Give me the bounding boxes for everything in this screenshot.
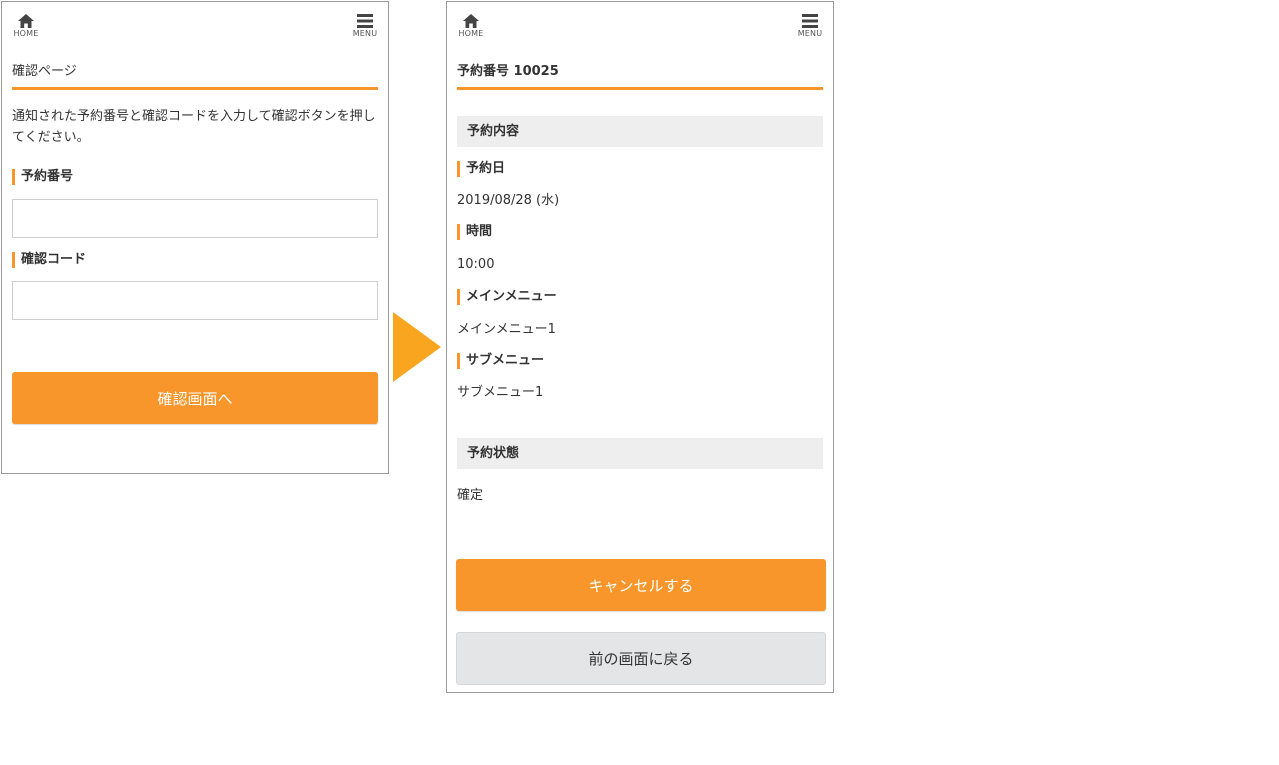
home-button[interactable]: HOME: [9, 14, 43, 44]
time-value: 10:00: [457, 257, 495, 272]
go-to-confirmation-button[interactable]: 確認画面へ: [12, 372, 378, 424]
reservation-status-header: 予約状態: [457, 438, 823, 469]
page-title: 予約番号 10025: [457, 60, 823, 90]
sub-menu-value: サブメニュー1: [457, 385, 544, 400]
reservation-date-value: 2019/08/28 (水): [457, 193, 560, 208]
main-menu-label: メインメニュー: [457, 289, 557, 305]
time-label: 時間: [457, 224, 492, 240]
home-icon: [463, 14, 479, 28]
menu-button[interactable]: MENU: [793, 14, 827, 44]
reservation-detail-screen: HOME MENU 予約番号 10025 予約内容 予約日 2019/08/28…: [446, 1, 834, 693]
menu-label: MENU: [352, 29, 378, 38]
reservation-number-label: 予約番号: [12, 169, 73, 185]
page-title: 確認ページ: [12, 60, 378, 90]
sub-menu-label: サブメニュー: [457, 353, 544, 369]
back-button[interactable]: 前の画面に戻る: [456, 632, 826, 685]
home-icon: [18, 14, 34, 28]
hamburger-menu-icon: [802, 14, 818, 28]
confirmation-code-label: 確認コード: [12, 252, 86, 268]
confirmation-input-screen: HOME MENU 確認ページ 通知された予約番号と確認コードを入力して確認ボタ…: [1, 1, 389, 474]
top-bar: HOME MENU: [2, 2, 388, 46]
cancel-reservation-button[interactable]: キャンセルする: [456, 559, 826, 611]
reservation-date-label: 予約日: [457, 161, 505, 177]
menu-button[interactable]: MENU: [348, 14, 382, 44]
reservation-status-value: 確定: [457, 488, 484, 503]
home-label: HOME: [458, 29, 484, 38]
hamburger-menu-icon: [357, 14, 373, 28]
home-button[interactable]: HOME: [454, 14, 488, 44]
menu-label: MENU: [797, 29, 823, 38]
main-menu-value: メインメニュー1: [457, 322, 556, 337]
reservation-details-header: 予約内容: [457, 116, 823, 147]
instruction-text: 通知された予約番号と確認コードを入力して確認ボタンを押してください。: [12, 109, 376, 145]
confirmation-code-input[interactable]: [12, 281, 378, 320]
reservation-number-input[interactable]: [12, 199, 378, 238]
home-label: HOME: [13, 29, 39, 38]
top-bar: HOME MENU: [447, 2, 833, 46]
right-arrow-icon: [393, 312, 441, 382]
